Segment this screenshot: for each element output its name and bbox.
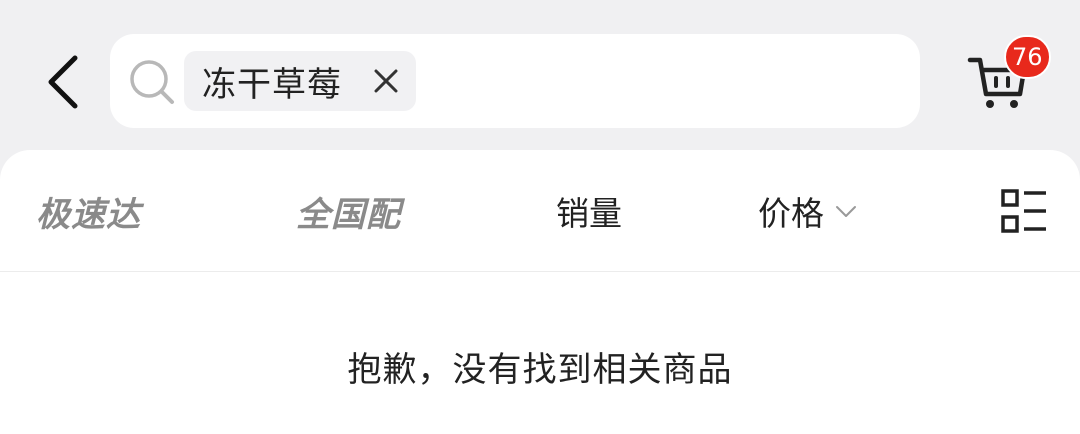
filter-sales-label: 销量	[556, 194, 622, 233]
filter-express-label: 极速达	[36, 194, 141, 235]
empty-results-message: 抱歉，没有找到相关商品	[347, 350, 733, 390]
chevron-down-icon	[836, 206, 856, 217]
search-keyword-tag[interactable]: 冻干草莓	[184, 51, 416, 111]
search-keyword-text: 冻干草莓	[202, 64, 342, 105]
filter-bar: 极速达 全国配 销量 价格	[0, 150, 1080, 272]
top-bar: 冻干草莓 76	[0, 0, 1080, 150]
close-icon[interactable]	[370, 65, 402, 97]
filter-price[interactable]: 价格	[758, 186, 858, 236]
results-panel: 极速达 全国配 销量 价格	[0, 150, 1080, 434]
list-layout-icon[interactable]	[1000, 188, 1048, 236]
search-icon	[130, 60, 174, 104]
filter-sales[interactable]: 销量	[556, 186, 622, 236]
back-button[interactable]	[38, 52, 88, 112]
filter-express[interactable]: 极速达	[36, 186, 141, 236]
chevron-left-icon	[48, 55, 78, 109]
filter-nationwide[interactable]: 全国配	[296, 186, 401, 236]
cart-count-badge: 76	[1004, 35, 1051, 79]
filter-price-label: 价格	[758, 194, 824, 233]
filter-nationwide-label: 全国配	[296, 194, 401, 235]
